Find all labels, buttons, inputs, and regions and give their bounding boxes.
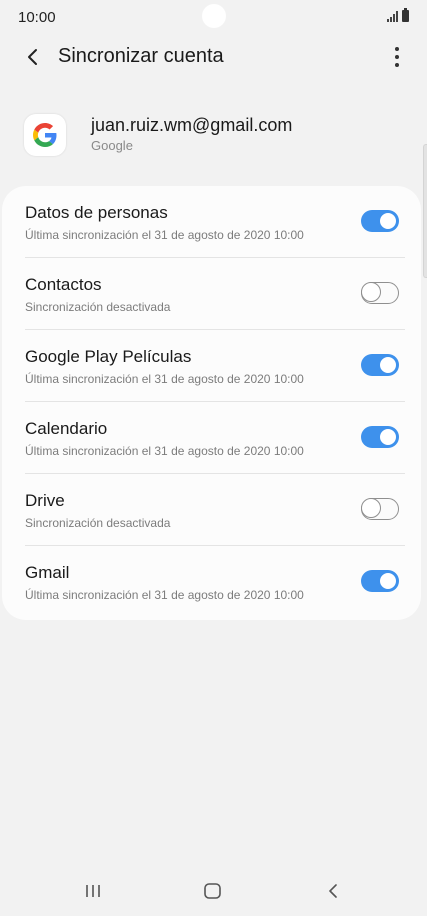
signal-icon xyxy=(387,10,398,22)
sync-toggle[interactable] xyxy=(361,426,399,448)
sync-item-status: Última sincronización el 31 de agosto de… xyxy=(25,444,304,458)
sync-item-google-play-peliculas[interactable]: Google Play Películas Última sincronizac… xyxy=(2,330,421,402)
back-arrow-icon xyxy=(28,49,37,65)
app-bar: Sincronizar cuenta xyxy=(0,34,427,80)
page-title: Sincronizar cuenta xyxy=(58,45,224,67)
status-icons xyxy=(387,8,409,22)
sync-item-title: Google Play Películas xyxy=(25,347,192,366)
toggle-knob xyxy=(378,571,398,591)
sync-toggle[interactable] xyxy=(360,281,399,304)
toggle-knob xyxy=(378,211,398,231)
sync-list-card: Datos de personas Última sincronización … xyxy=(2,186,421,620)
sync-item-status: Última sincronización el 31 de agosto de… xyxy=(25,372,304,386)
sync-item-title: Gmail xyxy=(25,563,70,582)
sync-item-status: Sincronización desactivada xyxy=(25,300,171,314)
scroll-indicator[interactable] xyxy=(423,144,427,278)
toggle-knob xyxy=(378,355,398,375)
sync-toggle[interactable] xyxy=(361,210,399,232)
toggle-knob xyxy=(360,281,381,302)
sync-item-drive[interactable]: Drive Sincronización desactivada xyxy=(2,474,421,546)
nav-back-button[interactable] xyxy=(313,876,353,906)
sync-toggle[interactable] xyxy=(361,570,399,592)
recents-icon xyxy=(86,885,100,897)
account-header: juan.ruiz.wm@gmail.com Google xyxy=(0,106,427,170)
toggle-knob xyxy=(378,427,398,447)
google-logo-icon xyxy=(24,114,66,156)
sync-item-calendario[interactable]: Calendario Última sincronización el 31 d… xyxy=(2,402,421,474)
sync-item-title: Drive xyxy=(25,491,65,510)
recents-button[interactable] xyxy=(73,876,113,906)
sync-item-gmail[interactable]: Gmail Última sincronización el 31 de ago… xyxy=(2,546,421,618)
more-vert-icon xyxy=(395,47,399,51)
toggle-knob xyxy=(360,497,381,518)
sync-item-status: Última sincronización el 31 de agosto de… xyxy=(25,228,304,242)
sync-toggle[interactable] xyxy=(360,497,399,520)
sync-item-title: Calendario xyxy=(25,419,108,438)
home-icon xyxy=(204,883,221,899)
sync-item-status: Sincronización desactivada xyxy=(25,516,171,530)
status-bar: 10:00 xyxy=(0,0,427,34)
sync-item-status: Última sincronización el 31 de agosto de… xyxy=(25,588,304,602)
sync-item-title: Datos de personas xyxy=(25,203,168,222)
sync-item-datos-de-personas[interactable]: Datos de personas Última sincronización … xyxy=(2,186,421,258)
account-provider: Google xyxy=(91,138,133,153)
more-options-button[interactable] xyxy=(389,44,405,70)
sync-toggle[interactable] xyxy=(361,354,399,376)
status-time: 10:00 xyxy=(18,9,56,26)
camera-cutout xyxy=(202,4,226,28)
sync-item-title: Contactos xyxy=(25,275,102,294)
sync-item-contactos[interactable]: Contactos Sincronización desactivada xyxy=(2,258,421,330)
back-button[interactable] xyxy=(18,42,48,72)
account-email: juan.ruiz.wm@gmail.com xyxy=(91,115,293,135)
home-button[interactable] xyxy=(193,876,233,906)
battery-icon xyxy=(402,8,409,22)
nav-back-icon xyxy=(329,884,337,898)
navigation-bar xyxy=(0,866,427,916)
